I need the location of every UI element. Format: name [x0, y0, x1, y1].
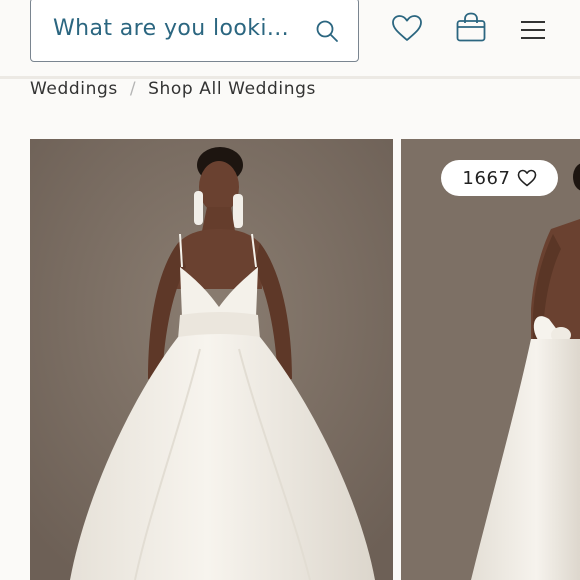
- breadcrumb-item-shop-all-weddings[interactable]: Shop All Weddings: [148, 79, 316, 99]
- product-card[interactable]: [30, 139, 393, 580]
- like-count: 1667: [462, 167, 511, 189]
- like-count-badge[interactable]: 1667: [441, 160, 558, 196]
- product-image-gown-front[interactable]: [30, 139, 393, 580]
- search-input[interactable]: What are you looki...: [53, 16, 289, 41]
- breadcrumb-item-weddings[interactable]: Weddings: [30, 79, 118, 99]
- breadcrumb: Weddings / Shop All Weddings: [30, 79, 316, 99]
- search-icon[interactable]: [315, 19, 339, 43]
- product-image-gown-back-bow[interactable]: [401, 139, 580, 580]
- heart-icon[interactable]: [391, 14, 423, 42]
- shopping-bag-icon[interactable]: [455, 11, 487, 43]
- heart-icon[interactable]: [517, 169, 537, 187]
- breadcrumb-separator: /: [129, 79, 137, 99]
- hamburger-menu-icon[interactable]: [520, 20, 546, 40]
- site-header: What are you looki...: [0, 0, 580, 79]
- product-card[interactable]: [401, 139, 580, 580]
- search-field[interactable]: What are you looki...: [30, 0, 359, 62]
